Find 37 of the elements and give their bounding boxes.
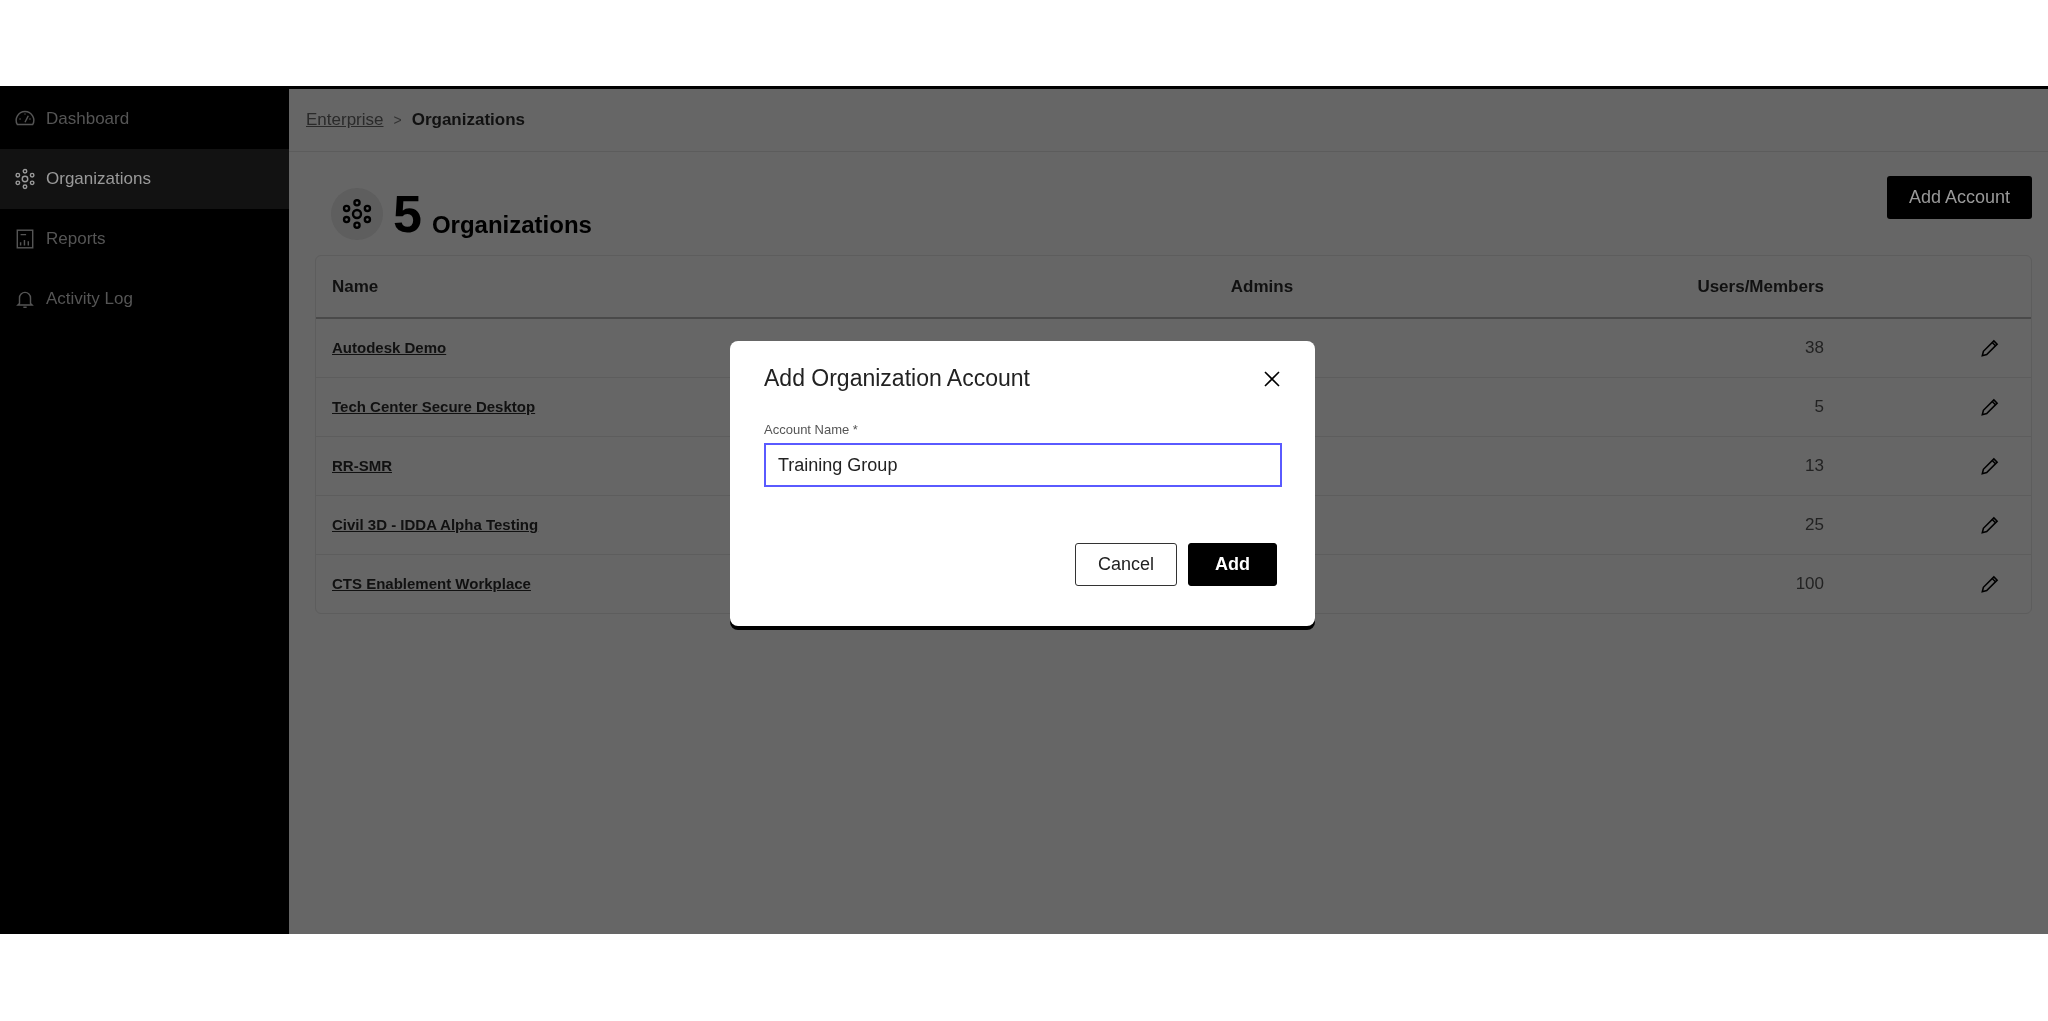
breadcrumb-separator: > xyxy=(393,112,402,128)
breadcrumb-link[interactable]: Enterprise xyxy=(306,110,384,130)
network-icon xyxy=(14,168,36,190)
table-cell-text: 5 xyxy=(1813,397,1824,417)
sidebar-item[interactable]: Reports xyxy=(0,209,289,269)
organization-link[interactable]: Tech Center Secure Desktop xyxy=(332,398,536,415)
add-button[interactable]: Add xyxy=(1188,543,1277,586)
network-icon xyxy=(331,188,383,240)
table-cell-text: 100 xyxy=(1794,574,1824,594)
column-header: Users/Members xyxy=(1696,276,1824,297)
add-account-button[interactable]: Add Account xyxy=(1886,176,2032,219)
pencil-icon[interactable] xyxy=(1979,396,2001,418)
sidebar-item[interactable]: Dashboard xyxy=(0,89,289,149)
table-cell-text: 13 xyxy=(1804,456,1824,476)
pencil-icon[interactable] xyxy=(1979,455,2001,477)
table-cell-text: 38 xyxy=(1804,338,1824,358)
sidebar-item[interactable]: Organizations xyxy=(0,149,289,209)
organization-link[interactable]: Civil 3D - IDDA Alpha Testing xyxy=(332,516,539,533)
cancel-button[interactable]: Cancel xyxy=(1074,543,1177,586)
pencil-icon[interactable] xyxy=(1979,573,2001,595)
field-label: Account Name * xyxy=(764,422,859,437)
table-cell-text: 25 xyxy=(1804,515,1824,535)
column-header: Name xyxy=(332,276,380,297)
breadcrumb-current: Organizations xyxy=(411,110,526,130)
column-header: Admins xyxy=(1229,276,1295,297)
pencil-icon[interactable] xyxy=(1979,514,2001,536)
organization-link[interactable]: CTS Enablement Workplace xyxy=(332,575,531,592)
close-icon[interactable] xyxy=(1262,368,1282,389)
organization-count: 5 xyxy=(393,188,422,240)
account-name-field[interactable]: Training Group xyxy=(764,443,1282,487)
pencil-icon[interactable] xyxy=(1979,337,2001,359)
sidebar-item[interactable]: Activity Log xyxy=(0,269,289,329)
organization-link[interactable]: RR-SMR xyxy=(332,457,392,474)
page-title: Organizations xyxy=(431,210,592,240)
report-icon xyxy=(14,228,36,250)
dialog-title: Add Organization Account xyxy=(764,365,1030,392)
organization-link[interactable]: Autodesk Demo xyxy=(332,339,447,356)
